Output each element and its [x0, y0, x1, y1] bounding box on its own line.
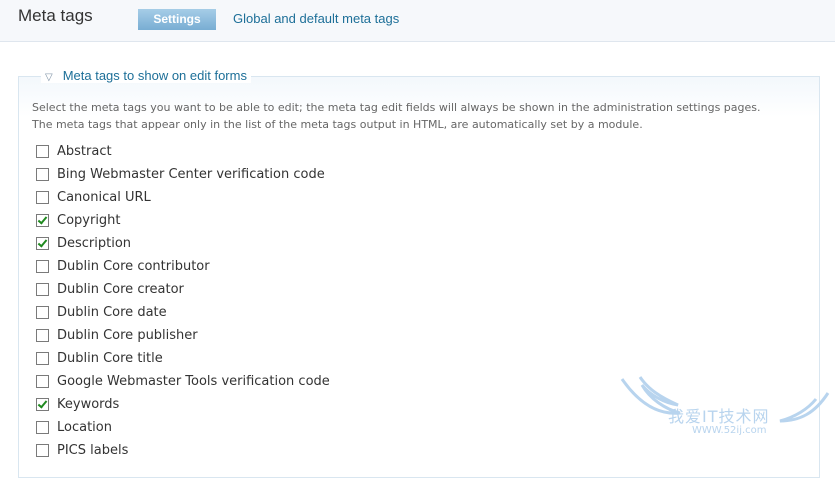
checkbox[interactable]	[36, 398, 49, 411]
meta-tag-option[interactable]: Dublin Core publisher	[36, 324, 330, 347]
meta-tag-option[interactable]: Keywords	[36, 393, 330, 416]
checkbox[interactable]	[36, 329, 49, 342]
meta-tag-option[interactable]: Description	[36, 232, 330, 255]
option-label: Dublin Core creator	[57, 282, 184, 297]
meta-tag-option[interactable]: Copyright	[36, 209, 330, 232]
meta-tag-option[interactable]: Dublin Core title	[36, 347, 330, 370]
option-label: Bing Webmaster Center verification code	[57, 167, 325, 182]
meta-tag-options-list: Abstract Bing Webmaster Center verificati…	[36, 140, 330, 462]
fieldset-legend-label: Meta tags to show on edit forms	[62, 68, 247, 83]
watermark-url: WWW.52ij.com	[692, 425, 767, 436]
option-label: Description	[57, 236, 132, 251]
fieldset-description: Select the meta tags you want to be able…	[32, 99, 807, 133]
checkbox[interactable]	[36, 260, 49, 273]
checkbox[interactable]	[36, 306, 49, 319]
option-label: Location	[57, 420, 112, 435]
checkbox[interactable]	[36, 191, 49, 204]
checkbox[interactable]	[36, 237, 49, 250]
option-label: Canonical URL	[57, 190, 151, 205]
meta-tag-option[interactable]: Bing Webmaster Center verification code	[36, 163, 330, 186]
description-line-1: Select the meta tags you want to be able…	[32, 101, 761, 114]
description-line-2: The meta tags that appear only in the li…	[32, 118, 643, 131]
fieldset-legend[interactable]: ▽ Meta tags to show on edit forms	[41, 68, 251, 83]
watermark: 我爱IT技术网 WWW.52ij.com	[620, 375, 830, 445]
page-header: Meta tags Settings Global and default me…	[0, 0, 835, 42]
option-label: Google Webmaster Tools verification code	[57, 374, 330, 389]
option-label: Dublin Core contributor	[57, 259, 210, 274]
page-title: Meta tags	[18, 6, 93, 25]
triangle-down-icon: ▽	[45, 72, 53, 83]
tab-global-and-default-meta-tags[interactable]: Global and default meta tags	[233, 11, 399, 26]
meta-tag-option[interactable]: Location	[36, 416, 330, 439]
watermark-text: 我爱IT技术网	[668, 407, 770, 426]
checkbox[interactable]	[36, 168, 49, 181]
meta-tag-option[interactable]: Dublin Core creator	[36, 278, 330, 301]
option-label: Dublin Core publisher	[57, 328, 198, 343]
meta-tag-option[interactable]: Dublin Core contributor	[36, 255, 330, 278]
checkbox[interactable]	[36, 145, 49, 158]
option-label: Dublin Core date	[57, 305, 167, 320]
meta-tag-option[interactable]: Canonical URL	[36, 186, 330, 209]
option-label: Keywords	[57, 397, 120, 412]
meta-tag-option[interactable]: Google Webmaster Tools verification code	[36, 370, 330, 393]
checkbox[interactable]	[36, 283, 49, 296]
meta-tag-option[interactable]: Abstract	[36, 140, 330, 163]
checkbox[interactable]	[36, 214, 49, 227]
option-label: Abstract	[57, 144, 112, 159]
option-label: Dublin Core title	[57, 351, 163, 366]
tab-settings[interactable]: Settings	[138, 9, 216, 30]
checkbox[interactable]	[36, 421, 49, 434]
option-label: Copyright	[57, 213, 121, 228]
meta-tag-option[interactable]: Dublin Core date	[36, 301, 330, 324]
checkbox[interactable]	[36, 375, 49, 388]
checkbox[interactable]	[36, 352, 49, 365]
